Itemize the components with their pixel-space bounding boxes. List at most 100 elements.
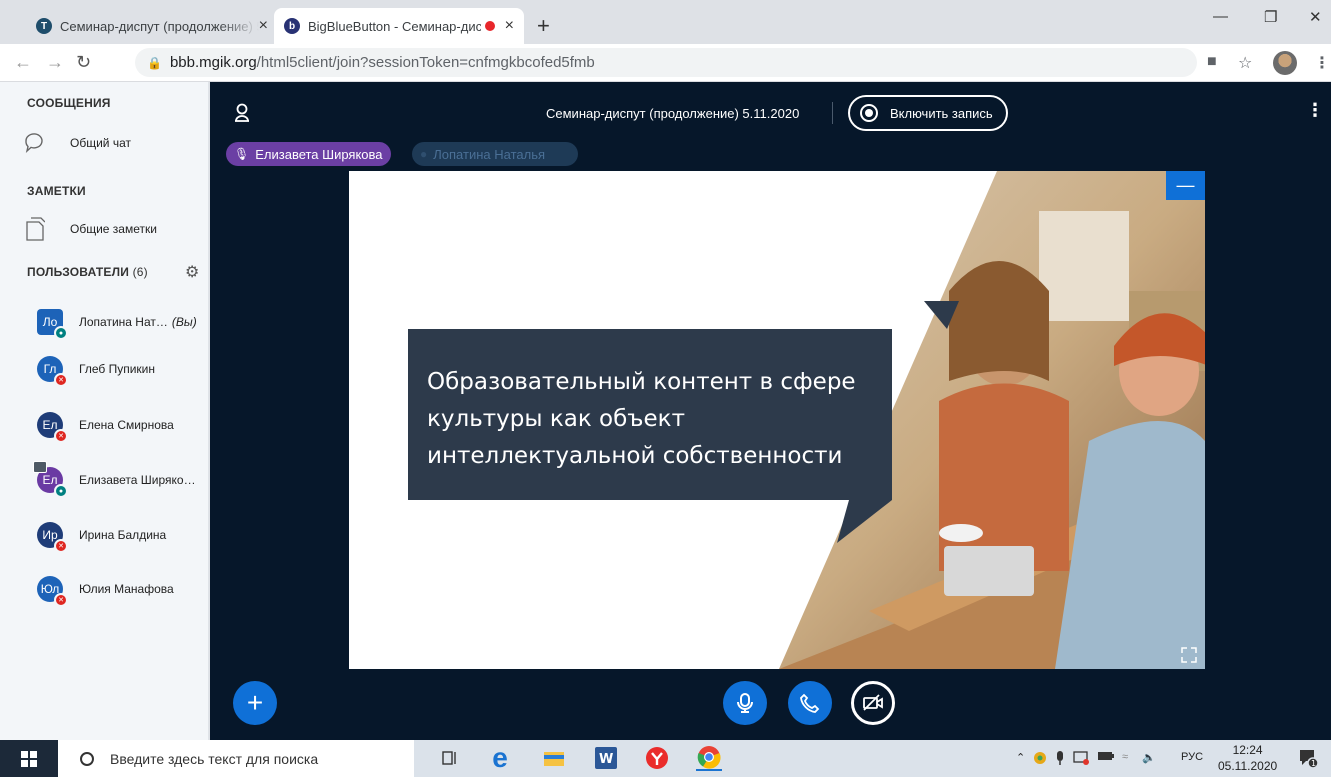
restore-window-icon[interactable]: ❐ — [1264, 8, 1277, 26]
clock-date: 05.11.2020 — [1218, 759, 1278, 773]
address-bar[interactable]: 🔒 bbb.mgik.org/html5client/join?sessionT… — [135, 48, 1197, 77]
start-button[interactable] — [0, 740, 58, 777]
browser-menu-icon[interactable]: ⋮ — [1314, 53, 1330, 73]
windows-taskbar: Введите здесь текст для поиска e W ⌃ ≈ 🔈… — [0, 740, 1331, 777]
gear-icon[interactable]: ⚙ — [185, 262, 199, 282]
user-name: Юлия Манафова — [79, 582, 174, 596]
wifi-icon[interactable]: ≈ — [1122, 751, 1128, 763]
word-icon[interactable]: W — [593, 745, 619, 771]
phone-audio-button[interactable] — [788, 681, 832, 725]
minimize-presentation-button[interactable]: — — [1166, 171, 1205, 200]
url-host: bbb.mgik.org — [169, 54, 257, 71]
windows-logo-icon — [21, 750, 37, 767]
slide-title: Образовательный контент в сфере культуры… — [427, 369, 856, 469]
user-list-item[interactable]: Ел ✕ Елена Смирнова — [37, 410, 174, 443]
talking-indicator-inactive[interactable]: ● Лопатина Наталья — [412, 142, 578, 166]
search-icon — [80, 751, 94, 766]
tray-overflow-icon[interactable]: ⌃ — [1016, 751, 1025, 764]
browser-tab-seminar[interactable]: T Семинар-диспут (продолжение) 5.11.2020… — [26, 8, 278, 44]
file-explorer-icon[interactable] — [541, 745, 567, 771]
main-presentation-area: Семинар-диспут (продолжение) 5.11.2020 В… — [210, 82, 1331, 740]
taskbar-search[interactable]: Введите здесь текст для поиска — [58, 740, 414, 777]
start-recording-button[interactable]: Включить запись — [848, 95, 1008, 131]
talker-name: Лопатина Наталья — [433, 146, 546, 162]
tray-app-icon[interactable] — [1033, 751, 1047, 768]
divider — [832, 102, 833, 124]
camera-off-icon — [863, 694, 883, 711]
user-list-item[interactable]: Ир ✕ Ирина Балдина — [37, 520, 166, 553]
actions-plus-button[interactable]: + — [233, 681, 277, 725]
user-name: Лопатина Нат… — [79, 315, 168, 329]
phone-icon — [800, 693, 820, 713]
browser-tab-bbb[interactable]: b BigBlueButton - Семинар-диспут × — [274, 8, 524, 44]
meeting-title: Семинар-диспут (продолжение) 5.11.2020 — [546, 106, 800, 121]
browser-toolbar: ← → ↻ 🔒 bbb.mgik.org/html5client/join?se… — [0, 44, 1331, 82]
recording-indicator-icon — [484, 21, 495, 31]
presentation-slide[interactable]: Образовательный контент в сфере культуры… — [349, 171, 1205, 669]
clock[interactable]: 12:24 05.11.2020 — [1218, 742, 1277, 774]
avatar: Ел ● — [33, 461, 68, 498]
public-chat-label: Общий чат — [70, 136, 131, 150]
user-list-item[interactable]: Ел ● Елизавета Ширяко… — [33, 461, 196, 498]
messages-section-title: СООБЩЕНИЯ — [27, 96, 111, 110]
battery-icon[interactable] — [1098, 751, 1114, 764]
microphone-button[interactable] — [723, 681, 767, 725]
share-camera-button[interactable] — [851, 681, 895, 725]
chat-bubble-icon — [22, 130, 48, 156]
shared-notes-item[interactable]: Общие заметки — [22, 216, 157, 242]
public-chat-item[interactable]: Общий чат — [22, 130, 131, 156]
tab-favicon-icon: T — [36, 18, 52, 34]
user-name: Елизавета Ширяко… — [79, 473, 196, 487]
chrome-icon[interactable] — [696, 745, 722, 771]
microphone-on-icon: ● — [54, 326, 68, 340]
microphone-on-icon: ● — [54, 484, 68, 498]
lock-icon: 🔒 — [147, 55, 162, 70]
users-section-title: ПОЛЬЗОВАТЕЛИ (6) — [27, 265, 148, 279]
clock-time: 12:24 — [1232, 743, 1263, 757]
tray-screen-icon[interactable] — [1073, 751, 1089, 768]
edge-browser-icon[interactable]: e — [487, 742, 513, 773]
language-indicator[interactable]: РУС — [1181, 751, 1203, 763]
forward-arrow-icon[interactable]: → — [46, 52, 64, 73]
camera-indicator-icon[interactable]: ■ — [1207, 53, 1217, 71]
microphone-muted-icon: ✕ — [54, 593, 68, 607]
reload-icon[interactable]: ↻ — [76, 52, 91, 73]
browser-tab-strip: T Семинар-диспут (продолжение) 5.11.2020… — [0, 0, 1331, 44]
users-title: ПОЛЬЗОВАТЕЛИ — [27, 265, 130, 279]
volume-icon[interactable]: 🔈 — [1142, 751, 1156, 764]
fullscreen-icon[interactable] — [1181, 647, 1199, 665]
yandex-browser-icon[interactable] — [644, 745, 670, 771]
bbb-app: СООБЩЕНИЯ Общий чат ЗАМЕТКИ Общие заметк… — [0, 82, 1331, 740]
user-list-item[interactable]: Юл ✕ Юлия Манафова — [37, 574, 174, 607]
avatar: Ло ● — [37, 309, 68, 340]
minimize-window-icon[interactable]: — — [1213, 8, 1228, 25]
taskbar-search-placeholder: Введите здесь текст для поиска — [110, 750, 319, 767]
task-view-icon[interactable] — [437, 745, 463, 771]
new-tab-button[interactable]: + — [537, 13, 550, 39]
avatar-initials: Гл — [43, 362, 57, 376]
talking-indicator-active[interactable]: 🎙 Елизавета Ширякова — [226, 142, 391, 166]
back-arrow-icon[interactable]: ← — [14, 52, 32, 73]
tray-microphone-icon[interactable] — [1055, 751, 1065, 768]
bookmark-star-icon[interactable]: ☆ — [1238, 53, 1252, 73]
close-tab-icon[interactable]: × — [259, 17, 268, 35]
microphone-muted-icon: ✕ — [54, 539, 68, 553]
avatar: Ир ✕ — [37, 522, 68, 553]
user-list-item[interactable]: Ло ● Лопатина Нат… (Вы) — [37, 307, 197, 340]
options-menu-icon[interactable]: ⋮ — [1306, 100, 1324, 121]
record-label: Включить запись — [890, 105, 993, 121]
slide-title-box: Образовательный контент в сфере культуры… — [408, 329, 892, 500]
notifications-count: 1 — [1311, 759, 1316, 768]
close-window-icon[interactable]: ✕ — [1309, 8, 1322, 26]
bbb-favicon-icon: b — [284, 18, 300, 34]
close-tab-icon[interactable]: × — [505, 17, 514, 35]
notifications-icon[interactable]: 1 — [1298, 748, 1319, 771]
tab-title: BigBlueButton - Семинар-диспут — [308, 18, 481, 34]
profile-avatar[interactable] — [1273, 51, 1297, 75]
microphone-muted-icon: ✕ — [54, 373, 68, 387]
users-count: (6) — [132, 265, 148, 279]
user-list-item[interactable]: Гл ✕ Глеб Пупикин — [37, 354, 155, 387]
you-label: (Вы) — [171, 315, 197, 329]
user-list-toggle-icon[interactable] — [232, 102, 252, 124]
avatar: Ел ✕ — [37, 412, 68, 443]
